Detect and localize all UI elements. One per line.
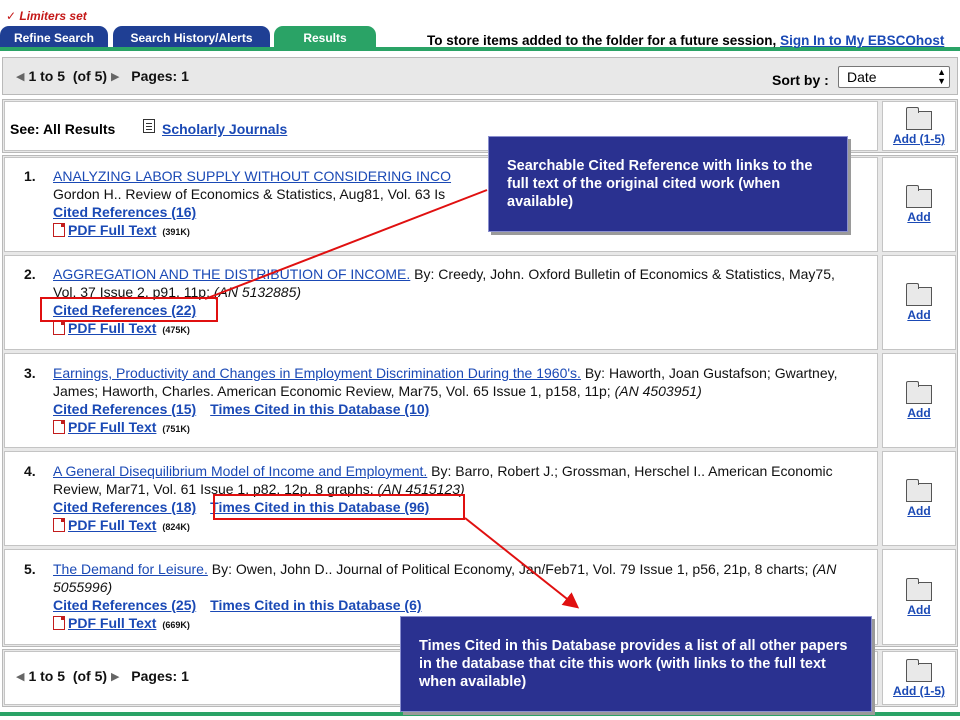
arrow-to-times-cited-callout: [464, 517, 580, 609]
callout-times-cited: Times Cited in this Database provides a …: [400, 616, 872, 712]
callout-times-cited-text: Times Cited in this Database provides a …: [419, 638, 848, 690]
callout-cited-reference-text: Searchable Cited Reference with links to…: [507, 158, 813, 210]
callout-arrows: [204, 189, 580, 609]
arrow-to-cited-references: [204, 189, 488, 300]
callout-cited-reference: Searchable Cited Reference with links to…: [488, 136, 848, 232]
